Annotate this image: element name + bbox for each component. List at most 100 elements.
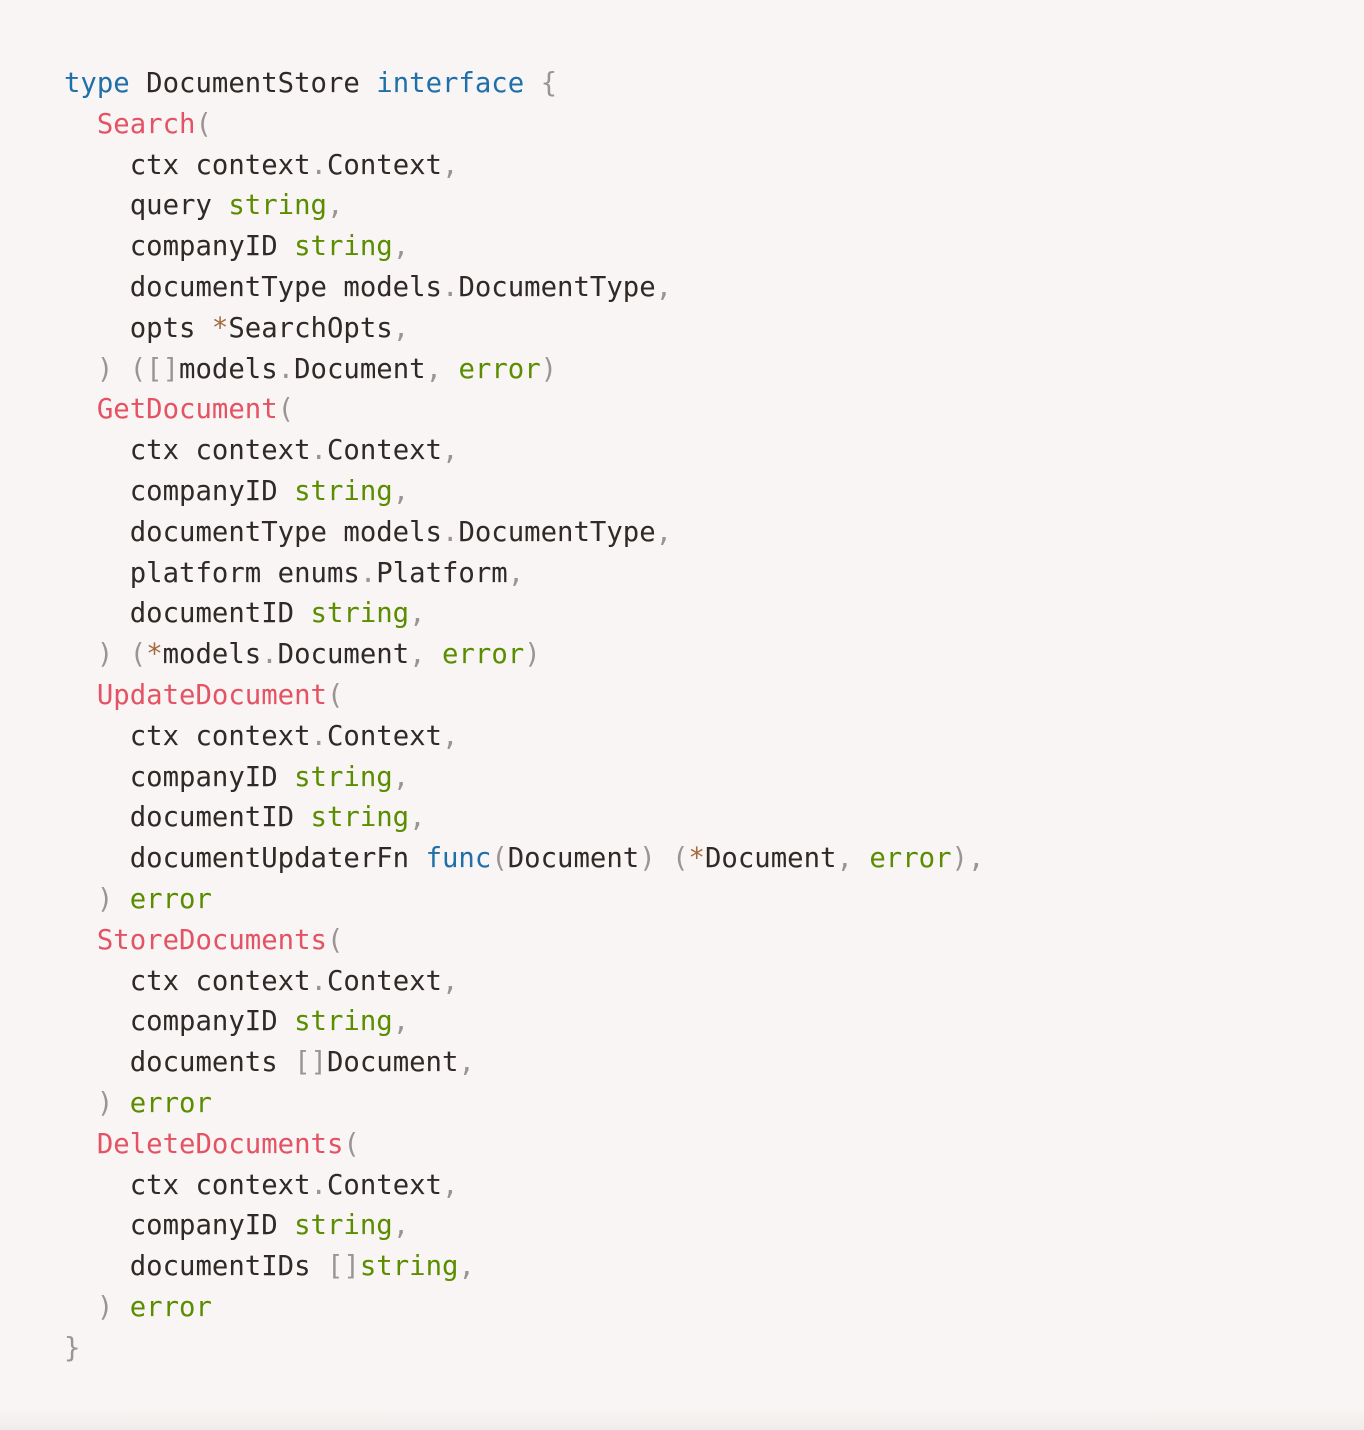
code-token-function-name: GetDocument: [96, 394, 278, 426]
code-token-builtin-type: string: [228, 190, 327, 222]
code-token-keyword: interface: [376, 68, 525, 99]
bottom-shadow: [0, 1408, 1364, 1430]
code-token-punctuation: .: [310, 435, 327, 467]
code-token-builtin-type: error: [869, 843, 952, 875]
code-token-punctuation: {: [540, 68, 558, 99]
code-line: ctx context.Context,: [64, 146, 1304, 187]
code-token-plain: query: [64, 190, 229, 222]
code-token-plain: models: [162, 639, 262, 671]
code-token-builtin-type: error: [458, 353, 541, 385]
code-token-punctuation: ,: [442, 965, 459, 997]
code-line: type DocumentStore interface {: [64, 64, 1304, 105]
code-token-punctuation: (: [491, 843, 508, 875]
code-token-punctuation: ,: [507, 557, 525, 589]
code-token-keyword: type: [64, 68, 130, 99]
code-token-punctuation: (: [195, 108, 212, 140]
code-token-punctuation: ,: [392, 761, 410, 793]
code-token-builtin-type: string: [294, 475, 393, 507]
code-token-plain: companyID: [64, 761, 295, 793]
code-token-plain: companyID: [64, 475, 295, 507]
code-token-punctuation: (: [343, 1128, 360, 1160]
code-line: opts *SearchOpts,: [64, 309, 1304, 350]
code-token-punctuation: .: [442, 516, 459, 548]
code-token-punctuation: ,: [442, 149, 459, 181]
code-token-punctuation: ): [540, 353, 558, 385]
code-token-punctuation: ,: [442, 1169, 459, 1201]
code-token-operator: *: [211, 312, 229, 344]
code-line: documents []Document,: [64, 1043, 1304, 1084]
code-line: query string,: [64, 186, 1304, 227]
code-token-plain: ctx context: [64, 149, 311, 181]
code-token-builtin-type: string: [310, 802, 410, 834]
code-token-builtin-type: error: [442, 639, 525, 671]
code-token-builtin-type: error: [129, 1291, 212, 1323]
code-token-plain: Context: [326, 965, 442, 997]
code-token-function-name: Search: [96, 108, 196, 140]
code-token-punctuation: ) ([]: [96, 353, 180, 385]
code-token-punctuation: ) (: [639, 843, 689, 875]
code-token-operator: *: [688, 843, 705, 875]
code-token-punctuation: ,: [442, 720, 459, 752]
code-token-plain: documentID: [64, 598, 311, 630]
code-token-plain: SearchOpts: [228, 312, 393, 344]
code-token-punctuation: .: [442, 271, 459, 303]
code-token-punctuation: ,: [655, 516, 673, 548]
code-token-builtin-type: error: [129, 1087, 212, 1119]
code-token-punctuation: .: [310, 149, 327, 181]
code-token-plain: DocumentStore: [129, 68, 377, 99]
code-token-punctuation: .: [277, 353, 295, 385]
code-token-plain: ctx context: [64, 435, 311, 467]
code-token-plain: opts: [64, 312, 212, 344]
code-token-punctuation: .: [261, 639, 278, 671]
code-token-plain: DocumentType: [458, 271, 656, 303]
code-line: GetDocument(: [64, 390, 1304, 431]
code-line: }: [64, 1329, 1304, 1370]
code-token-plain: platform enums: [64, 557, 360, 589]
code-line: ) error: [64, 1084, 1304, 1125]
code-token-plain: Document: [507, 843, 640, 875]
code-token-punctuation: (: [326, 924, 344, 956]
code-token-plain: Document: [294, 353, 426, 385]
code-token-plain: ctx context: [64, 720, 311, 752]
code-token-plain: companyID: [64, 231, 295, 263]
code-token-punctuation: ,: [836, 843, 870, 875]
code-line: ) error: [64, 880, 1304, 921]
code-line: ) error: [64, 1288, 1304, 1329]
code-line: companyID string,: [64, 1002, 1304, 1043]
code-token-plain: companyID: [64, 1006, 295, 1038]
code-token-keyword: func: [425, 843, 492, 875]
code-token-builtin-type: string: [294, 1006, 393, 1038]
code-line: ) ([]models.Document, error): [64, 350, 1304, 391]
code-token-punctuation: ): [96, 883, 130, 915]
code-token-plain: Context: [326, 435, 442, 467]
code-token-punctuation: ,: [409, 598, 426, 630]
code-token-punctuation: ,: [442, 435, 459, 467]
code-token-builtin-type: string: [294, 231, 393, 263]
code-token-punctuation: ) (: [96, 639, 147, 671]
code-line: ctx context.Context,: [64, 1166, 1304, 1207]
go-interface-code-block: type DocumentStore interface { Search( c…: [64, 64, 1304, 1370]
code-line: ctx context.Context,: [64, 431, 1304, 472]
code-token-punctuation: ): [524, 639, 541, 671]
code-token-plain: Context: [326, 149, 442, 181]
code-line: platform enums.Platform,: [64, 554, 1304, 595]
code-token-punctuation: ,: [409, 639, 443, 671]
code-token-plain: models: [179, 353, 278, 385]
code-token-plain: Context: [326, 720, 442, 752]
code-token-plain: Document: [704, 843, 837, 875]
code-token-punctuation: }: [64, 1332, 81, 1364]
code-token-punctuation: ,: [425, 353, 459, 385]
code-token-punctuation: ,: [326, 190, 344, 222]
code-line: ctx context.Context,: [64, 717, 1304, 758]
code-token-punctuation: ,: [392, 1210, 410, 1242]
code-token-plain: documentIDs: [64, 1251, 327, 1283]
